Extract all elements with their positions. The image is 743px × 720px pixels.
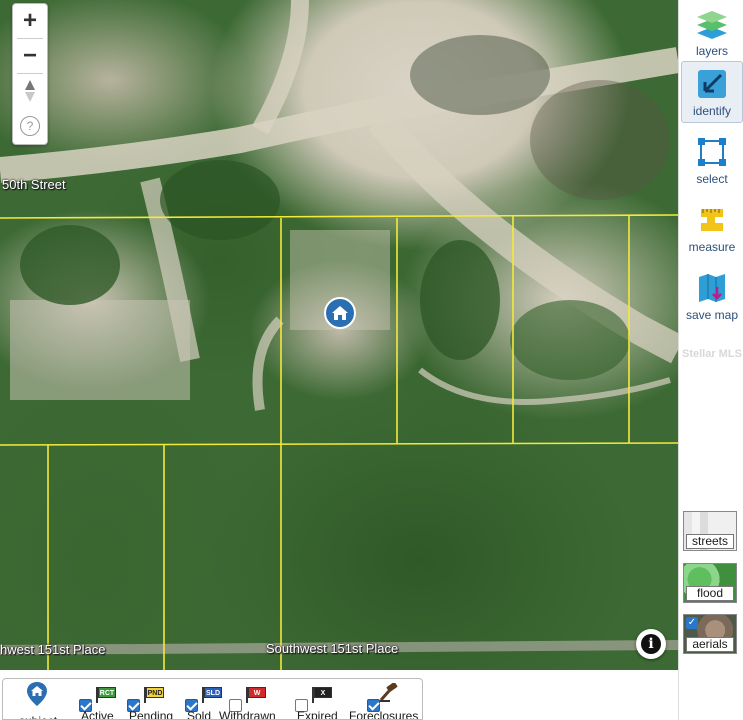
streets-layer-label: streets [686, 534, 734, 549]
dirt-road [252, 0, 309, 135]
street-label-151st-center: Southwest 151st Place [266, 641, 399, 656]
legend-subject[interactable]: subject [15, 682, 59, 719]
listing-status-legend: subject RCT Active PND Pending SLD Sold W Withd… [2, 678, 423, 720]
zoom-in-button[interactable]: + [13, 4, 47, 38]
layers-button[interactable]: layers [681, 0, 743, 62]
street-label-151st-left: hwest 151st Place [0, 642, 106, 657]
tree-cluster [510, 300, 630, 380]
status-flag-icon: X [311, 687, 333, 703]
legend-pending[interactable]: PND Pending [127, 683, 187, 720]
save-map-button[interactable]: save map [681, 264, 743, 326]
flag-badge: PND [146, 687, 164, 698]
select-label: select [696, 172, 728, 186]
help-icon: ? [20, 116, 40, 136]
layers-label: layers [695, 44, 728, 58]
flood-layer-toggle[interactable]: flood [683, 563, 737, 603]
save-map-icon [699, 274, 725, 302]
map-overlay [0, 0, 678, 670]
legend-expired-label: Expired [297, 709, 338, 720]
tree-cluster [530, 80, 670, 200]
measure-label: measure [688, 240, 736, 254]
aerials-checkmark-icon: ✓ [686, 617, 698, 629]
flag-badge: SLD [204, 687, 222, 698]
measure-button[interactable]: measure [681, 196, 743, 258]
flood-layer-label: flood [686, 586, 734, 601]
zoom-controls: + − ? [12, 3, 48, 145]
map-canvas[interactable]: 50th Street hwest 151st Place Southwest … [0, 0, 678, 670]
subject-house-marker[interactable] [324, 297, 356, 329]
tree-cluster [20, 225, 120, 305]
flag-badge: RCT [98, 687, 116, 698]
select-icon [698, 138, 726, 166]
legend-subject-label: subject [19, 714, 57, 719]
legend-foreclosures-label: Foreclosures [349, 709, 419, 720]
flag-badge: W [248, 687, 266, 698]
tree-cluster [410, 35, 550, 115]
select-button[interactable]: select [681, 128, 743, 190]
legend-pending-label: Pending [129, 709, 174, 720]
aerials-layer-label: aerials [686, 637, 734, 652]
legend-expired[interactable]: X Expired [295, 683, 355, 720]
house-icon [332, 306, 348, 320]
identify-button[interactable]: identify [681, 61, 743, 123]
layers-icon [697, 11, 727, 39]
zoom-out-button[interactable]: − [13, 39, 47, 73]
help-button[interactable]: ? [13, 108, 47, 144]
identify-label: identify [692, 104, 732, 118]
aerials-layer-toggle[interactable]: ✓ aerials [683, 614, 737, 654]
identify-icon [698, 70, 726, 98]
status-flag-icon: W [245, 687, 267, 703]
status-flag-icon: SLD [201, 687, 223, 703]
tree-cluster [160, 160, 280, 240]
dirt-road [252, 316, 284, 411]
status-flag-icon: PND [143, 687, 165, 703]
compass-icon [25, 80, 35, 102]
legend-sold-label: Sold [187, 709, 212, 720]
street-label-50th: 50th Street [2, 177, 66, 192]
tree-cluster [420, 240, 500, 360]
legend-withdrawn-label: Withdrawn [219, 709, 276, 720]
north-arrow-button[interactable] [13, 74, 47, 108]
legend-active-label: Active [81, 709, 114, 720]
tape-measure-icon [701, 209, 723, 231]
info-icon: i [641, 634, 661, 654]
info-button[interactable]: i [636, 629, 666, 659]
right-toolbar: layers identify select measure save map [678, 0, 743, 720]
mls-watermark: Stellar MLS [682, 348, 742, 360]
status-flag-icon: RCT [95, 687, 117, 703]
save-map-label: save map [685, 308, 739, 322]
flag-badge: X [314, 687, 332, 698]
clearing [10, 300, 190, 400]
legend-foreclosures[interactable]: Foreclosures [349, 683, 421, 720]
subject-house-icon [27, 682, 47, 706]
legend-withdrawn[interactable]: W Withdrawn [219, 683, 289, 719]
streets-layer-toggle[interactable]: streets [683, 511, 737, 551]
gavel-icon [379, 683, 398, 702]
